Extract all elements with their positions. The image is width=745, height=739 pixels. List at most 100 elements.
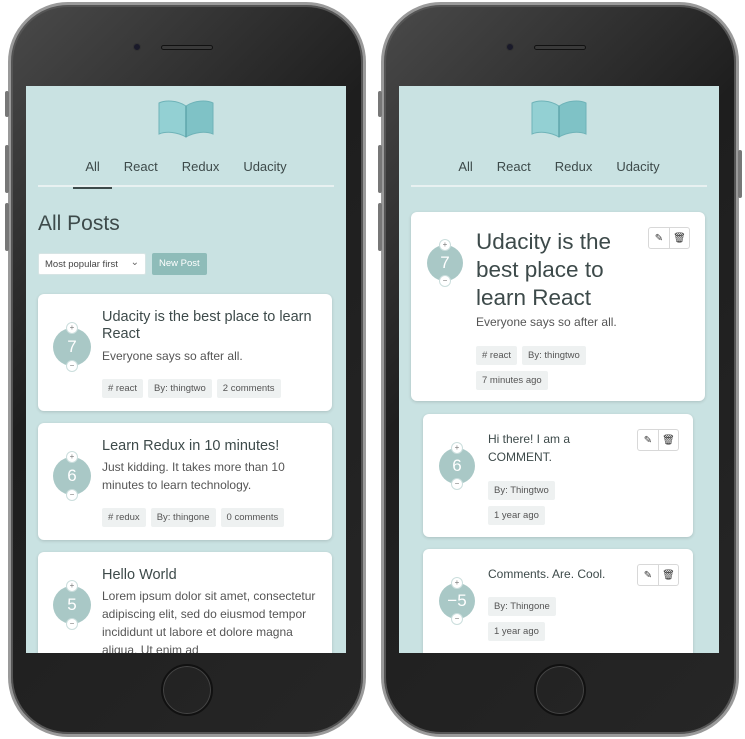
category-nav: All React Redux Udacity — [411, 150, 707, 187]
speaker — [534, 45, 586, 50]
post-card[interactable]: 7 + − Udacity is the best place to learn… — [38, 294, 332, 411]
edit-icon[interactable]: ✎ — [649, 228, 669, 248]
comment-actions: ✎ 🗑 — [637, 429, 679, 451]
power-button — [738, 150, 742, 198]
nav-redux[interactable]: Redux — [543, 150, 605, 187]
vote-score: 7 + − — [427, 239, 463, 287]
author-tag: By: Thingone — [488, 597, 556, 616]
post-card[interactable]: 6 + − Learn Redux in 10 minutes! Just ki… — [38, 423, 332, 540]
post-card[interactable]: 5 + − Hello World Lorem ipsum dolor sit … — [38, 552, 332, 653]
mute-switch — [378, 91, 382, 117]
screen-list: All React Redux Udacity All Posts Most p… — [26, 86, 346, 653]
post-title[interactable]: Learn Redux in 10 minutes! — [102, 438, 317, 455]
book-logo-icon — [531, 100, 587, 138]
downvote-icon[interactable]: − — [451, 478, 463, 490]
page-title: All Posts — [38, 212, 120, 235]
volume-up-button — [378, 145, 382, 193]
comment-time: 1 year ago — [488, 505, 550, 525]
camera — [133, 43, 141, 51]
post-body: Just kidding. It takes more than 10 minu… — [102, 460, 285, 492]
post-detail-card: 7 + − Udacity is the best place to learn… — [411, 212, 705, 401]
comments-tag: 0 comments — [220, 508, 285, 527]
vote-score: −5 + − — [439, 577, 475, 625]
score-value: 7 — [440, 253, 450, 272]
downvote-icon[interactable]: − — [439, 275, 451, 287]
upvote-icon[interactable]: + — [439, 239, 451, 251]
downvote-icon[interactable]: − — [451, 613, 463, 625]
downvote-icon[interactable]: − — [66, 618, 78, 630]
category-tag[interactable]: # react — [476, 346, 518, 365]
comment-card: −5 + − Comments. Are. Cool. By: Thingone… — [423, 549, 693, 653]
score-value: 6 — [452, 456, 462, 475]
post-body: Lorem ipsum dolor sit amet, consectetur … — [102, 589, 316, 653]
sort-label: Most popular first — [45, 259, 118, 270]
comment-author: By: Thingone — [488, 596, 561, 616]
new-post-button[interactable]: New Post — [152, 253, 207, 275]
upvote-icon[interactable]: + — [451, 442, 463, 454]
vote-score: 6 + − — [53, 451, 91, 501]
nav-udacity[interactable]: Udacity — [604, 150, 671, 187]
nav-react[interactable]: React — [485, 150, 543, 187]
comment-body: Hi there! I am a COMMENT. — [488, 432, 571, 464]
time-tag: 1 year ago — [488, 506, 545, 525]
vote-score: 6 + − — [439, 442, 475, 490]
post-tags: # react By: thingtwo 2 comments — [102, 378, 286, 398]
edit-icon[interactable]: ✎ — [638, 565, 658, 585]
nav-all[interactable]: All — [73, 150, 113, 189]
comment-time: 1 year ago — [488, 621, 550, 641]
author-tag: By: Thingtwo — [488, 481, 555, 500]
screen-detail: All React Redux Udacity 7 + − Udacity is… — [399, 86, 719, 653]
nav-all[interactable]: All — [446, 150, 484, 187]
volume-up-button — [5, 145, 9, 193]
vote-score: 7 + − — [53, 322, 91, 372]
mute-switch — [5, 91, 9, 117]
upvote-icon[interactable]: + — [66, 580, 78, 592]
comment-actions: ✎ 🗑 — [637, 564, 679, 586]
edit-icon[interactable]: ✎ — [638, 430, 658, 450]
comments-tag: 2 comments — [216, 379, 281, 398]
upvote-icon[interactable]: + — [66, 451, 78, 463]
book-logo-icon — [158, 100, 214, 138]
category-tag[interactable]: # redux — [102, 508, 146, 527]
volume-down-button — [5, 203, 9, 251]
post-body: Everyone says so after all. — [102, 349, 243, 363]
nav-redux[interactable]: Redux — [170, 150, 232, 187]
post-body: Everyone says so after all. — [476, 315, 617, 329]
sort-select[interactable]: Most popular first ⌄ — [38, 253, 146, 275]
post-title[interactable]: Hello World — [102, 567, 317, 584]
score-value: 6 — [67, 466, 77, 485]
home-button — [534, 664, 586, 716]
category-tag[interactable]: # react — [102, 379, 144, 398]
post-tags: # react By: thingtwo — [476, 345, 591, 365]
comment-author: By: Thingtwo — [488, 480, 560, 500]
phone-frame-right: All React Redux Udacity 7 + − Udacity is… — [378, 2, 742, 737]
comment-body: Comments. Are. Cool. — [488, 567, 606, 581]
trash-icon[interactable]: 🗑 — [658, 430, 678, 450]
upvote-icon[interactable]: + — [66, 322, 78, 334]
downvote-icon[interactable]: − — [66, 489, 78, 501]
author-tag: By: thingtwo — [148, 379, 212, 398]
time-tag: 1 year ago — [488, 622, 545, 641]
volume-down-button — [378, 203, 382, 251]
trash-icon[interactable]: 🗑 — [669, 228, 689, 248]
downvote-icon[interactable]: − — [66, 360, 78, 372]
score-value: 5 — [67, 595, 77, 614]
category-nav: All React Redux Udacity — [38, 150, 334, 189]
post-tags: # redux By: thingone 0 comments — [102, 507, 289, 527]
post-title[interactable]: Udacity is the best place to learn React — [102, 309, 312, 343]
score-value: 7 — [67, 337, 77, 356]
post-actions: ✎ 🗑 — [648, 227, 690, 249]
nav-react[interactable]: React — [112, 150, 170, 187]
author-tag: By: thingtwo — [522, 346, 586, 365]
vote-score: 5 + − — [53, 580, 91, 630]
nav-udacity[interactable]: Udacity — [231, 150, 298, 187]
post-time: 7 minutes ago — [476, 370, 553, 390]
author-tag: By: thingone — [150, 508, 216, 527]
phone-frame-left: All React Redux Udacity All Posts Most p… — [5, 2, 366, 737]
home-button — [161, 664, 213, 716]
chevron-down-icon: ⌄ — [130, 257, 139, 268]
trash-icon[interactable]: 🗑 — [658, 565, 678, 585]
upvote-icon[interactable]: + — [451, 577, 463, 589]
speaker — [161, 45, 213, 50]
post-title: Udacity is the best place to learn React — [476, 229, 612, 310]
